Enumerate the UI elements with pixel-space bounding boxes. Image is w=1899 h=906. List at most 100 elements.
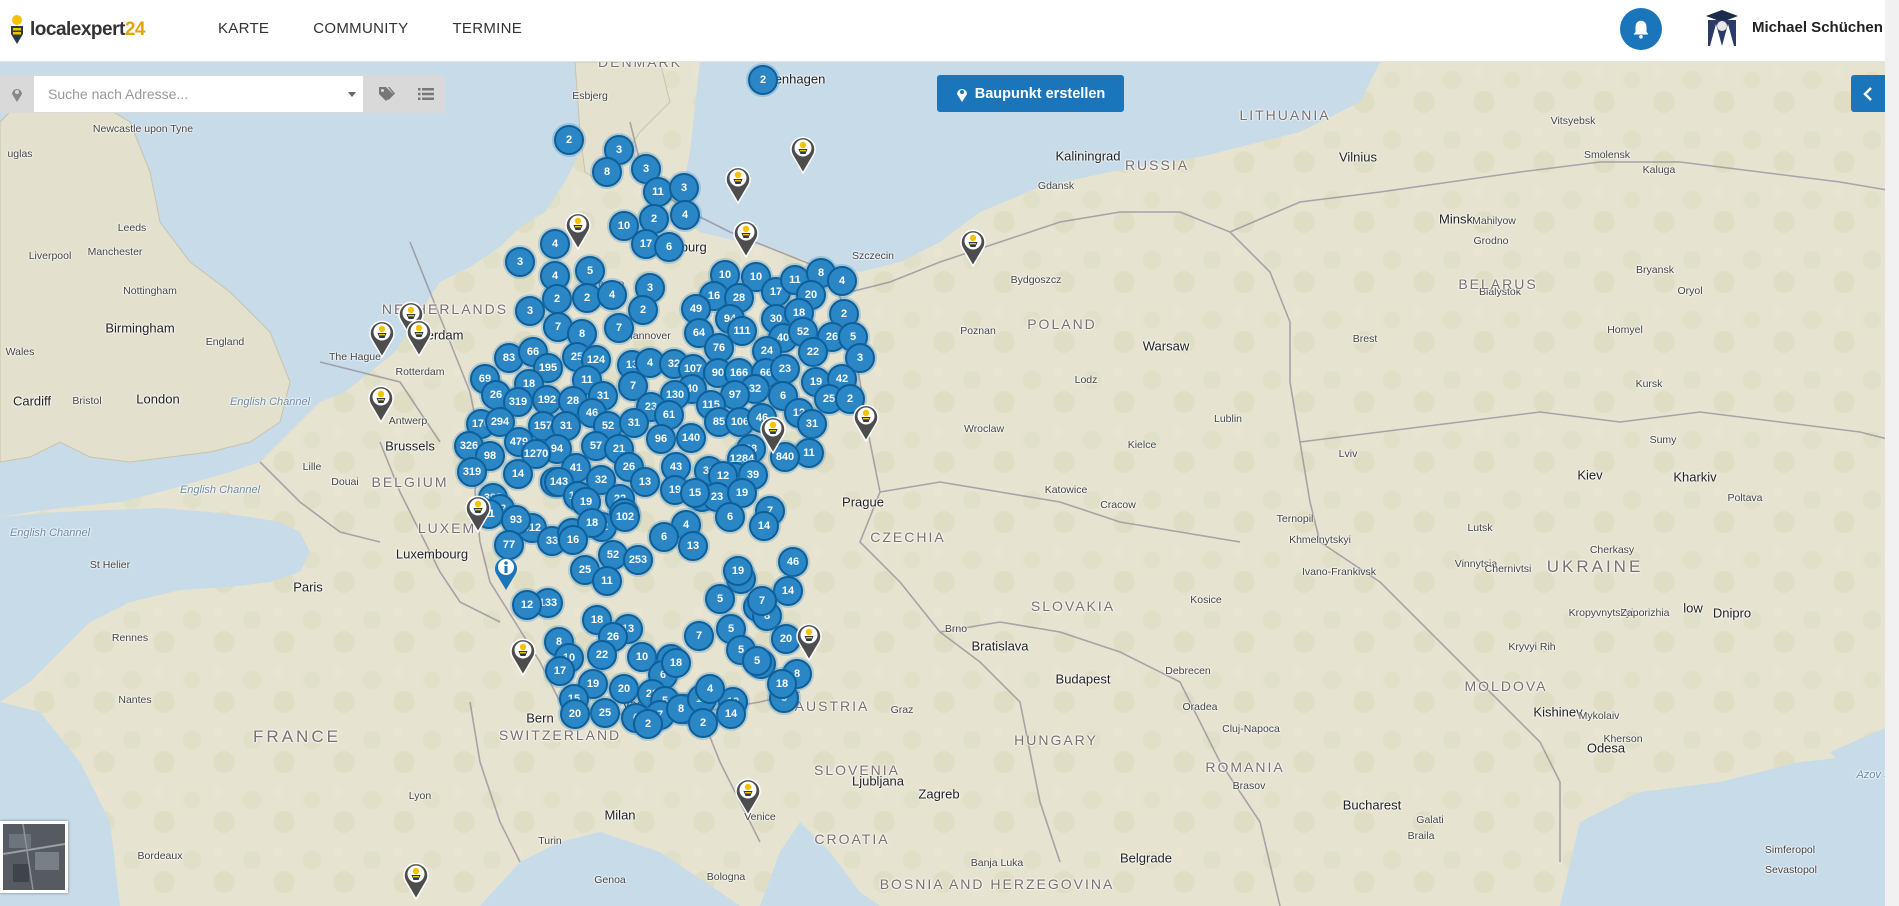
place-label: Bristol [72, 395, 102, 407]
expert-pin-icon[interactable] [960, 229, 986, 267]
marker-cluster[interactable]: 6 [649, 522, 679, 552]
marker-cluster[interactable]: 5 [575, 256, 605, 286]
user-name[interactable]: Michael Schüchen [1752, 19, 1883, 36]
marker-cluster[interactable]: 46 [778, 547, 808, 577]
place-label: Chernivtsi [1484, 563, 1532, 575]
marker-cluster[interactable]: 6 [715, 502, 745, 532]
logo[interactable]: localexpert24 [8, 12, 145, 48]
user-avatar[interactable] [1700, 6, 1744, 50]
expert-pin-icon[interactable] [725, 166, 751, 204]
marker-cluster[interactable]: 140 [676, 423, 706, 453]
list-view-button[interactable] [407, 75, 445, 113]
address-search-input[interactable] [34, 76, 363, 112]
marker-cluster[interactable]: 13 [630, 467, 660, 497]
nav-community[interactable]: COMMUNITY [291, 0, 430, 58]
marker-cluster[interactable]: 7 [747, 586, 777, 616]
marker-cluster[interactable]: 14 [773, 576, 803, 606]
expert-pin-icon[interactable] [369, 320, 395, 358]
marker-cluster[interactable]: 2 [633, 709, 663, 739]
place-label: Kaliningrad [1055, 148, 1121, 164]
expert-pin-icon[interactable] [403, 862, 429, 900]
tags-filter-button[interactable] [369, 75, 405, 113]
marker-cluster[interactable]: 253 [623, 545, 653, 575]
marker-cluster[interactable]: 4 [597, 280, 627, 310]
expert-pin-icon[interactable] [465, 495, 491, 533]
marker-cluster[interactable]: 20 [560, 699, 590, 729]
marker-cluster[interactable]: 2 [628, 295, 658, 325]
marker-cluster[interactable]: 7 [684, 621, 714, 651]
marker-cluster[interactable]: 31 [619, 408, 649, 438]
marker-cluster[interactable]: 5 [742, 646, 772, 676]
marker-cluster[interactable]: 31 [797, 409, 827, 439]
marker-cluster[interactable]: 6 [654, 232, 684, 262]
map-scrollbar [1885, 62, 1899, 906]
marker-cluster[interactable]: 17 [545, 656, 575, 686]
place-label: DENMARK [597, 62, 683, 70]
marker-cluster[interactable]: 2 [688, 708, 718, 738]
marker-cluster[interactable]: 22 [798, 337, 828, 367]
top-navbar: localexpert24 KARTE COMMUNITY TERMINE Mi… [0, 0, 1899, 62]
marker-cluster[interactable]: 8 [592, 157, 622, 187]
marker-cluster[interactable]: 20 [609, 674, 639, 704]
marker-cluster[interactable]: 25 [590, 698, 620, 728]
place-label: CZECHIA [870, 529, 946, 545]
marker-cluster[interactable]: 96 [646, 424, 676, 454]
marker-cluster[interactable]: 15 [680, 478, 710, 508]
marker-cluster[interactable]: 23 [770, 354, 800, 384]
place-label: Szczecin [851, 250, 895, 262]
marker-cluster[interactable]: 22 [587, 640, 617, 670]
nav-termine[interactable]: TERMINE [430, 0, 544, 58]
expert-pin-icon[interactable] [368, 385, 394, 423]
marker-cluster[interactable]: 2 [542, 284, 572, 314]
marker-cluster[interactable]: 2 [748, 65, 778, 95]
expert-pin-icon[interactable] [853, 404, 879, 442]
map[interactable]: DENMARK enhagen Esbjerg Newcastle upon Tyne… [0, 62, 1899, 906]
marker-cluster[interactable]: 18 [767, 669, 797, 699]
marker-cluster[interactable]: 18 [661, 648, 691, 678]
expert-pin-icon[interactable] [760, 416, 786, 454]
marker-cluster[interactable]: 19 [723, 556, 753, 586]
place-label: Cherkasy [1589, 544, 1635, 556]
marker-cluster[interactable]: 3 [515, 296, 545, 326]
satellite-layer-toggle[interactable] [0, 821, 68, 893]
marker-cluster[interactable]: 14 [749, 511, 779, 541]
place-label: Sumy [1649, 434, 1677, 446]
place-label: Gdansk [1037, 180, 1075, 192]
expert-pin-icon[interactable] [796, 623, 822, 661]
marker-cluster[interactable]: 5 [705, 584, 735, 614]
marker-cluster[interactable]: 319 [457, 457, 487, 487]
notifications-button[interactable] [1620, 8, 1662, 50]
map-marker-icon[interactable] [0, 75, 33, 113]
marker-cluster[interactable]: 16 [558, 525, 588, 555]
place-label: MOLDOVA [1464, 678, 1548, 694]
marker-cluster[interactable]: 3 [669, 173, 699, 203]
marker-cluster[interactable]: 11 [643, 177, 673, 207]
collapse-panel-button[interactable] [1851, 75, 1885, 112]
caret-down-icon[interactable] [341, 76, 363, 112]
marker-cluster[interactable]: 4 [670, 200, 700, 230]
place-label: Kielce [1127, 439, 1157, 451]
expert-pin-icon[interactable] [406, 319, 432, 357]
place-label: Poznan [960, 325, 996, 337]
marker-cluster[interactable]: 14 [503, 459, 533, 489]
place-label: Rotterdam [395, 366, 445, 378]
info-marker-icon[interactable] [493, 555, 519, 591]
marker-cluster[interactable]: 13 [678, 531, 708, 561]
place-label: London [136, 391, 180, 407]
expert-pin-icon[interactable] [790, 136, 816, 174]
marker-cluster[interactable]: 2 [554, 125, 584, 155]
place-label: CROATIA [814, 831, 890, 847]
expert-pin-icon[interactable] [733, 220, 759, 258]
marker-cluster[interactable]: 3 [505, 247, 535, 277]
expert-pin-icon[interactable] [735, 778, 761, 816]
marker-cluster[interactable]: 4 [695, 674, 725, 704]
marker-cluster[interactable]: 12 [512, 590, 542, 620]
marker-cluster[interactable]: 4 [827, 266, 857, 296]
create-baupunkt-button[interactable]: Baupunkt erstellen [937, 75, 1124, 112]
marker-cluster[interactable]: 102 [610, 502, 640, 532]
marker-cluster[interactable]: 14 [716, 699, 746, 729]
marker-cluster[interactable]: 11 [592, 566, 622, 596]
expert-pin-icon[interactable] [565, 212, 591, 250]
expert-pin-icon[interactable] [510, 638, 536, 676]
nav-karte[interactable]: KARTE [196, 0, 291, 58]
